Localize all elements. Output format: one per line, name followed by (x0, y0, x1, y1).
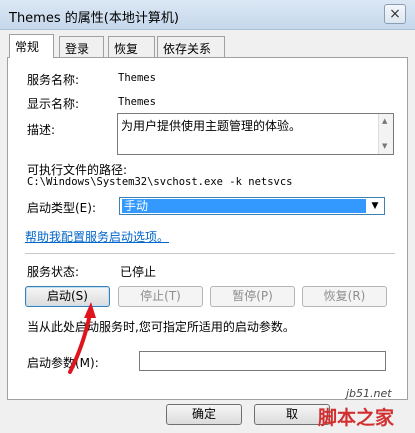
pause-button[interactable]: 暂停(P) (210, 286, 295, 307)
tab-recovery-label: 恢复 (114, 42, 139, 56)
watermark: jb51.net 脚本之家 (318, 383, 415, 433)
scroll-up-icon[interactable]: ▲ (382, 117, 387, 125)
title-bar: Themes 的属性(本地计算机) × (0, 0, 415, 30)
service-name-value: Themes (118, 72, 156, 84)
start-button[interactable]: 启动(S) (25, 286, 110, 307)
description-box[interactable]: 为用户提供使用主题管理的体验。 ▲ ▼ (117, 113, 394, 155)
service-name-label: 服务名称: (27, 73, 80, 87)
help-configure-link[interactable]: 帮助我配置服务启动选项。 (25, 228, 169, 245)
startup-type-value: 手动 (122, 199, 366, 213)
close-button[interactable]: × (384, 4, 406, 24)
service-status-label: 服务状态: (27, 265, 80, 279)
watermark-site: jb51.net (346, 387, 392, 400)
stop-button[interactable]: 停止(T) (118, 286, 203, 307)
description-label: 描述: (27, 123, 56, 137)
service-status-value: 已停止 (120, 265, 157, 279)
dialog-client: 常规 登录 恢复 依存关系 服务名称: Themes 显示名称: Themes … (0, 30, 415, 433)
tab-general-label: 常规 (15, 40, 40, 54)
close-icon: × (389, 6, 401, 22)
description-text: 为用户提供使用主题管理的体验。 (121, 119, 302, 133)
watermark-text: 脚本之家 (318, 407, 395, 429)
display-name-label: 显示名称: (27, 97, 80, 111)
ok-button[interactable]: 确定 (166, 404, 242, 425)
resume-button[interactable]: 恢复(R) (302, 286, 387, 307)
description-scrollbar[interactable]: ▲ ▼ (378, 114, 393, 154)
display-name-value: Themes (118, 96, 156, 108)
tab-dependencies[interactable]: 依存关系 (157, 36, 225, 57)
tab-dependencies-label: 依存关系 (163, 42, 212, 56)
window-title: Themes 的属性(本地计算机) (9, 11, 179, 26)
start-params-hint: 当从此处启动服务时,您可指定所适用的启动参数。 (27, 320, 295, 334)
tab-logon-label: 登录 (65, 42, 90, 56)
tab-recovery[interactable]: 恢复 (108, 36, 155, 57)
start-params-label: 启动参数(M): (27, 356, 99, 370)
start-params-input[interactable] (139, 351, 386, 371)
startup-type-select[interactable]: 手动 ▼ (119, 197, 385, 215)
general-panel: 服务名称: Themes 显示名称: Themes 描述: 为用户提供使用主题管… (7, 57, 408, 400)
tab-logon[interactable]: 登录 (59, 36, 104, 57)
scroll-down-icon[interactable]: ▼ (382, 142, 387, 150)
divider (25, 253, 395, 254)
startup-type-label: 启动类型(E): (27, 201, 96, 215)
exe-path-value: C:\Windows\System32\svchost.exe -k netsv… (27, 176, 293, 188)
chevron-down-icon[interactable]: ▼ (367, 199, 383, 213)
tab-general[interactable]: 常规 (9, 34, 54, 58)
